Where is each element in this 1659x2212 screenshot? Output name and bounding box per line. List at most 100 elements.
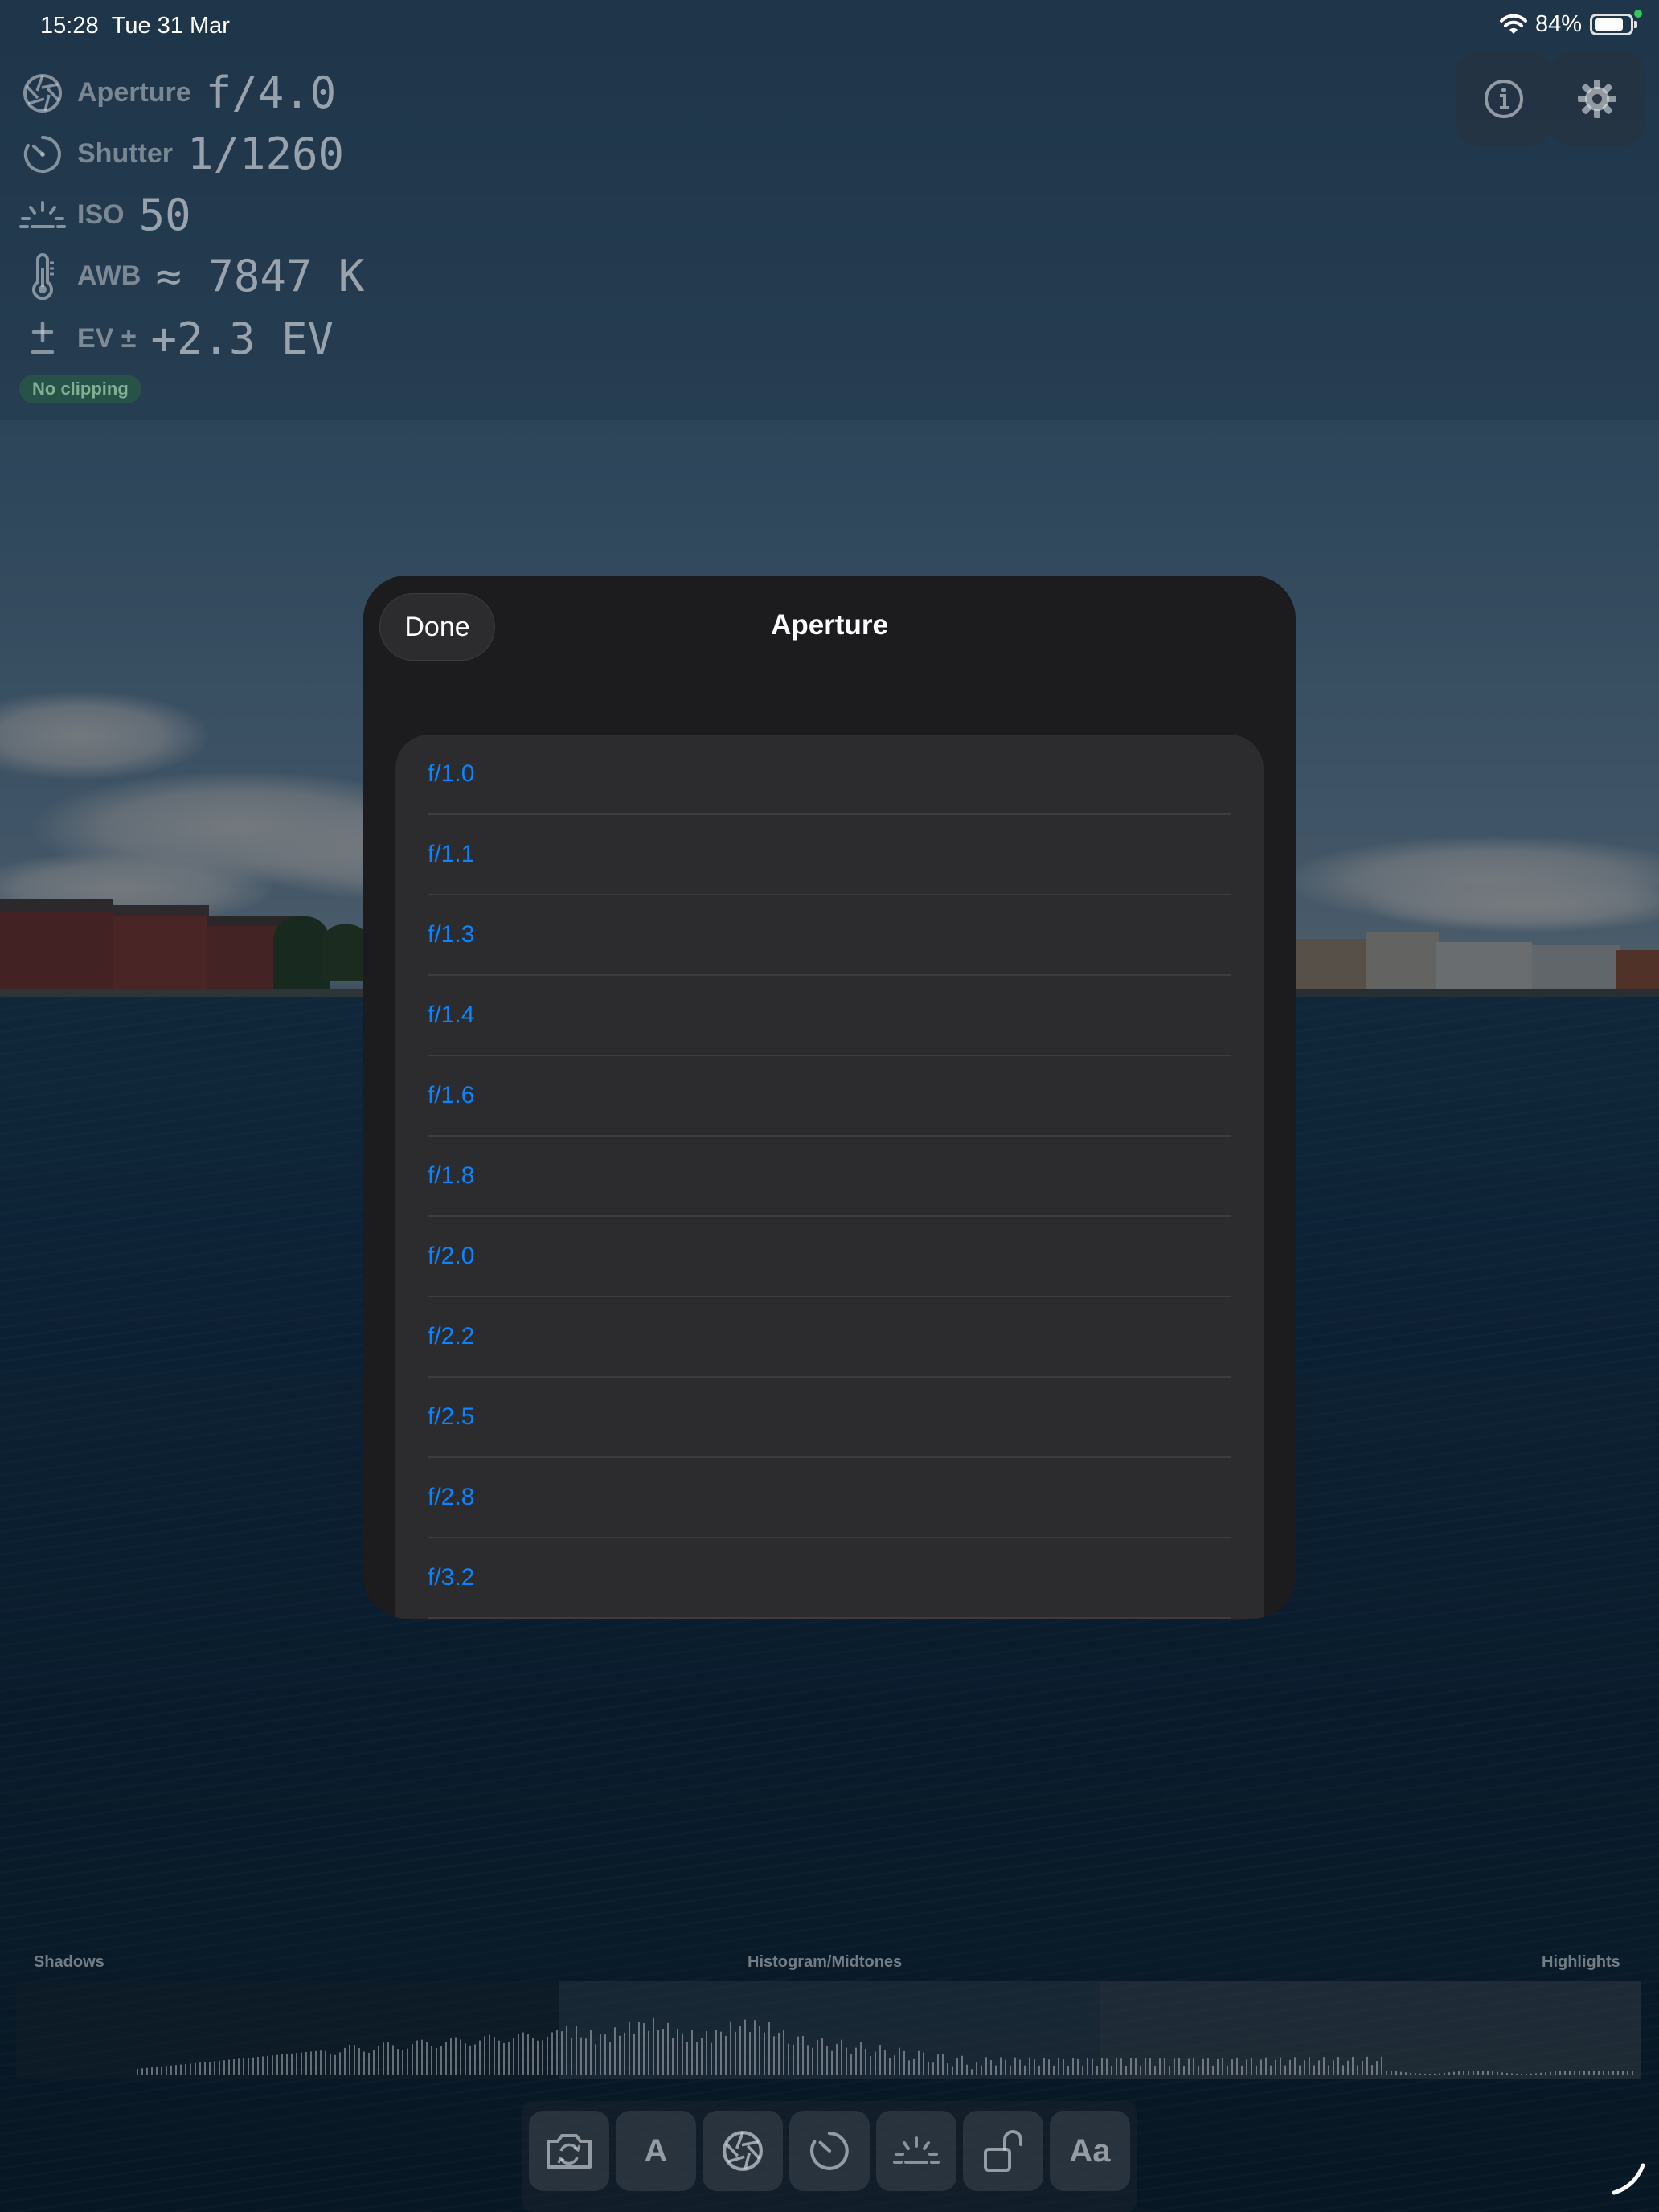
histogram-bar	[349, 2044, 350, 2075]
histogram-bar	[1593, 2071, 1595, 2075]
histogram-bar	[576, 2026, 577, 2075]
histogram-bar	[440, 2046, 442, 2075]
histogram-bar	[1588, 2071, 1590, 2075]
histogram-bar	[1473, 2071, 1474, 2075]
aperture-button[interactable]	[703, 2111, 783, 2191]
aperture-option[interactable]: f/1.4	[395, 976, 1264, 1056]
histogram-bar	[566, 2026, 567, 2075]
histogram-bar	[137, 2069, 138, 2075]
histogram-bar	[1029, 2057, 1030, 2075]
histogram-bar	[1439, 2073, 1440, 2075]
option-label: f/1.1	[428, 841, 475, 867]
histogram-bar	[1227, 2065, 1228, 2075]
histogram-bar	[614, 2027, 616, 2075]
histogram-bar	[469, 2045, 471, 2075]
aperture-option[interactable]: f/2.0	[395, 1217, 1264, 1297]
histogram-bar	[527, 2034, 529, 2075]
text-size-button[interactable]: Aa	[1050, 2111, 1130, 2191]
aperture-option[interactable]: f/1.8	[395, 1137, 1264, 1217]
histogram-bar	[686, 2042, 688, 2075]
histogram-bar	[841, 2039, 842, 2075]
histogram-bar	[1275, 2059, 1276, 2075]
histogram-bar	[754, 2020, 756, 2075]
histogram-bar	[1043, 2057, 1045, 2075]
aperture-option[interactable]: f/1.6	[395, 1056, 1264, 1137]
histogram-bar	[580, 2037, 582, 2075]
histogram-bar	[219, 2060, 220, 2075]
histogram-bar	[928, 2062, 929, 2075]
histogram-bar	[223, 2060, 225, 2075]
aperture-option[interactable]: f/1.1	[395, 815, 1264, 895]
histogram-bar	[1284, 2065, 1286, 2075]
aperture-option[interactable]: f/2.8	[395, 1458, 1264, 1538]
aperture-option[interactable]: f/2.2	[395, 1297, 1264, 1378]
histogram-bar	[1222, 2058, 1223, 2075]
readout-value: 1/1260	[187, 129, 345, 179]
readout-value: 50	[138, 190, 191, 240]
histogram-bar	[1501, 2072, 1503, 2075]
histogram-bar	[942, 2054, 944, 2075]
histogram-bar	[1019, 2059, 1021, 2075]
histogram-bar	[1101, 2058, 1103, 2075]
histogram-bar	[180, 2064, 182, 2075]
histogram-bar	[1376, 2061, 1378, 2075]
histogram-bar	[1193, 2058, 1194, 2075]
histogram-bar	[330, 2054, 331, 2075]
readout-value: +2.3 EV	[150, 313, 334, 364]
histogram-bar	[532, 2038, 534, 2075]
histogram-bar	[1309, 2057, 1310, 2075]
aperture-options-list: f/1.0 f/1.1 f/1.3 f/1.4 f/1.6 f/1.8 f/2.…	[395, 735, 1264, 1619]
histogram-bar	[267, 2055, 268, 2075]
histogram-bar	[494, 2036, 495, 2075]
histogram-bar	[1564, 2071, 1566, 2075]
settings-button[interactable]	[1550, 51, 1645, 146]
aperture-option[interactable]: f/2.5	[395, 1378, 1264, 1458]
histogram-bar	[1077, 2058, 1079, 2075]
readout-ev: EV ± +2.3 EV	[19, 313, 334, 364]
histogram-bar	[1318, 2060, 1320, 2075]
option-label: f/1.8	[428, 1162, 475, 1189]
aperture-option[interactable]: f/1.0	[395, 735, 1264, 815]
histogram-bar	[590, 2030, 592, 2075]
histogram-bar	[908, 2060, 910, 2075]
iso-button[interactable]	[876, 2111, 956, 2191]
histogram-bar	[431, 2046, 432, 2075]
histogram-bar	[956, 2058, 958, 2075]
auto-mode-button[interactable]: A	[616, 2111, 696, 2191]
lock-button[interactable]	[963, 2111, 1043, 2191]
histogram-bar	[889, 2058, 891, 2075]
histogram-bar	[156, 2067, 158, 2075]
option-label: f/2.5	[428, 1403, 475, 1430]
histogram-bar	[421, 2039, 423, 2075]
option-label: f/2.8	[428, 1484, 475, 1510]
histogram-bar	[1415, 2073, 1416, 2075]
histogram-bar	[1468, 2071, 1469, 2075]
histogram-bar	[1111, 2065, 1112, 2075]
histogram-bar	[185, 2064, 186, 2075]
info-button[interactable]	[1456, 51, 1551, 146]
shutter-button[interactable]	[789, 2111, 870, 2191]
readout-label: EV ±	[77, 323, 137, 354]
histogram-bar	[1260, 2059, 1262, 2075]
histogram-bar	[228, 2059, 230, 2075]
histogram	[16, 1981, 1641, 2079]
histogram-bar	[1497, 2071, 1498, 2075]
histogram-bar	[1371, 2065, 1373, 2075]
histogram-bar	[1540, 2072, 1542, 2075]
histogram-bar	[479, 2040, 481, 2075]
clipping-status-badge: No clipping	[19, 375, 141, 403]
histogram-bar	[1429, 2073, 1431, 2075]
aperture-option[interactable]: f/1.3	[395, 895, 1264, 976]
histogram-bar	[1395, 2071, 1397, 2075]
histogram-bar	[1149, 2058, 1151, 2075]
histogram-bar	[773, 2036, 775, 2075]
aperture-option[interactable]: f/3.2	[395, 1538, 1264, 1619]
histogram-bar	[1304, 2060, 1305, 2075]
histogram-bar	[1424, 2073, 1426, 2075]
histogram-bar	[1125, 2065, 1127, 2075]
histogram-bar	[1024, 2065, 1026, 2075]
histogram-bar	[1555, 2071, 1556, 2075]
camera-switch-button[interactable]	[529, 2111, 609, 2191]
histogram-bar	[604, 2034, 606, 2075]
histogram-bar	[624, 2032, 625, 2075]
